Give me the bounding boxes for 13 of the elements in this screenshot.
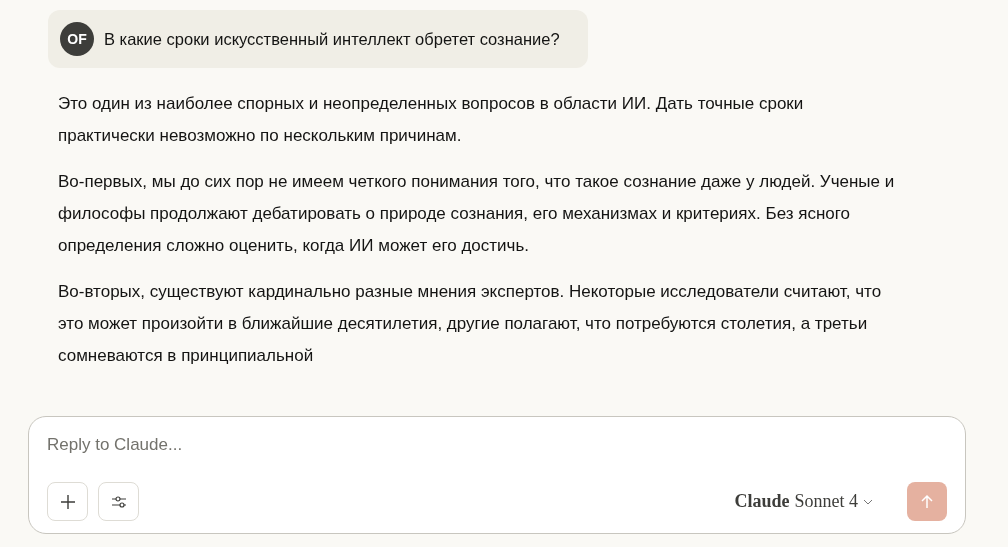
tools-button[interactable] xyxy=(98,482,139,521)
add-button[interactable] xyxy=(47,482,88,521)
reply-input-field[interactable]: Reply to Claude... xyxy=(47,431,647,459)
user-message-text: В какие сроки искусственный интеллект обретет сознание? xyxy=(104,29,560,49)
response-paragraph: Во-первых, мы до сих пор не имеем четкого понимания того, что такое сознание даже у людей. Ученые и философы продолжают дебатировать о природе сознания, его механизмах и критериях. Без ясного определения сложно оценить, когда ИИ может его достичь. xyxy=(58,171,896,257)
arrow-up-icon xyxy=(919,493,935,510)
response-paragraph: Это один из наиболее спорных и неопределенных вопросов в области ИИ. Дать точные сроки практически невозможно по нескольким причинам. xyxy=(58,93,805,147)
user-avatar: OF xyxy=(60,22,94,56)
plus-icon xyxy=(59,493,76,510)
model-selector[interactable]: Claude Sonnet 4 xyxy=(728,490,879,513)
chevron-down-icon xyxy=(863,498,873,505)
sliders-icon xyxy=(110,493,127,510)
response-paragraph: Во-вторых, существуют кардинально разные мнения экспертов. Некоторые исследователи считают, что это может произойти в ближайшие десятилетия, другие полагают, что потребуются столетия, а третьи сомневаются в принципиальной xyxy=(58,281,883,367)
